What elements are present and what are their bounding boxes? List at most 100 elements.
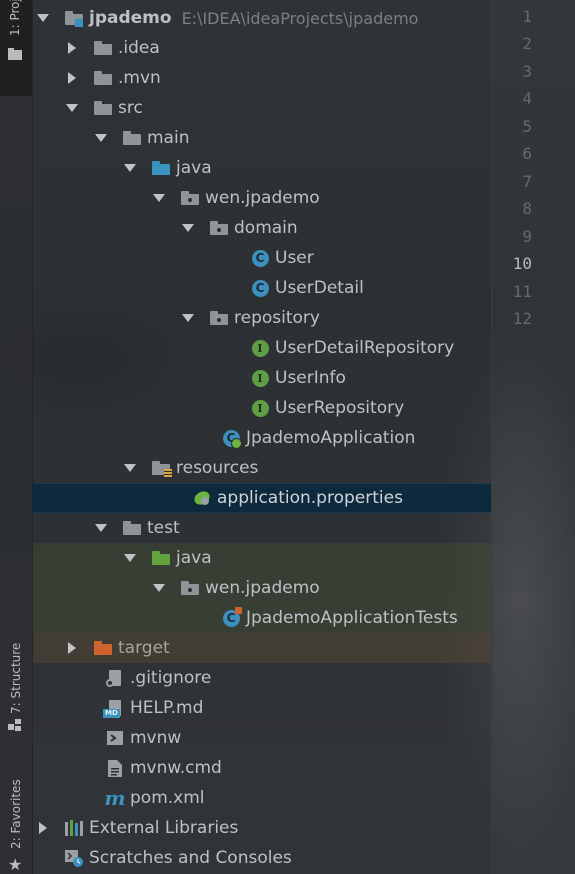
project-tool-tab[interactable]: 1: Project bbox=[0, 0, 32, 96]
spring-boot-class-icon: C bbox=[222, 429, 242, 449]
line-number: 8 bbox=[522, 199, 532, 218]
star-icon: ★ bbox=[8, 855, 23, 874]
tree-item-jpademoapplication[interactable]: C JpademoApplication bbox=[33, 423, 491, 453]
structure-icon bbox=[8, 718, 22, 735]
tree-item-label: .gitignore bbox=[130, 668, 212, 688]
tree-item-jpademoapplicationtests[interactable]: C JpademoApplicationTests bbox=[33, 603, 491, 633]
tree-item-userdetailrepository[interactable]: I UserDetailRepository bbox=[33, 333, 491, 363]
expand-arrow-icon[interactable] bbox=[124, 462, 136, 474]
tree-item-label: UserDetail bbox=[275, 278, 364, 298]
tree-item-gitignore[interactable]: .gitignore bbox=[33, 663, 491, 693]
tree-item-mvnw-cmd[interactable]: mvnw.cmd bbox=[33, 753, 491, 783]
tree-item-package[interactable]: wen.jpademo bbox=[33, 183, 491, 213]
tree-item-domain[interactable]: domain bbox=[33, 213, 491, 243]
tree-item-main[interactable]: main bbox=[33, 123, 491, 153]
expand-arrow-icon[interactable] bbox=[124, 552, 136, 564]
project-tab-label: 1: Project bbox=[8, 0, 22, 36]
tree-item-pom-xml[interactable]: m pom.xml bbox=[33, 783, 491, 813]
tree-item-label: java bbox=[176, 548, 212, 568]
tree-item-mvnw[interactable]: mvnw bbox=[33, 723, 491, 753]
tree-item-target[interactable]: target bbox=[33, 633, 491, 663]
project-path: E:\IDEA\ideaProjects\jpademo bbox=[181, 8, 419, 28]
tree-item-userdetail[interactable]: C UserDetail bbox=[33, 273, 491, 303]
tree-item-label: wen.jpademo bbox=[205, 578, 320, 598]
interface-icon: I bbox=[251, 339, 269, 357]
expand-arrow-icon[interactable] bbox=[95, 132, 107, 144]
expand-arrow-icon[interactable] bbox=[66, 102, 78, 114]
expand-arrow-icon[interactable] bbox=[182, 312, 194, 324]
collapse-arrow-icon[interactable] bbox=[66, 642, 78, 654]
collapse-arrow-icon[interactable] bbox=[37, 822, 49, 834]
line-number: 7 bbox=[522, 172, 532, 191]
expand-arrow-icon[interactable] bbox=[182, 222, 194, 234]
tree-item-src[interactable]: src bbox=[33, 93, 491, 123]
tree-item-label: JpademoApplicationTests bbox=[246, 608, 458, 628]
interface-icon: I bbox=[251, 399, 269, 417]
folder-icon bbox=[123, 519, 141, 537]
current-line-number: 10 bbox=[512, 254, 532, 273]
collapse-arrow-icon[interactable] bbox=[66, 72, 78, 84]
tree-item-help-md[interactable]: MD HELP.md bbox=[33, 693, 491, 723]
markdown-file-icon: MD bbox=[103, 699, 124, 718]
source-folder-icon bbox=[152, 159, 170, 177]
gitignore-file-icon bbox=[106, 669, 124, 687]
expand-arrow-icon[interactable] bbox=[124, 162, 136, 174]
tree-item-user[interactable]: C User bbox=[33, 243, 491, 273]
editor-gutter: 1 2 3 4 5 6 7 8 9 10 11 12 bbox=[491, 0, 575, 874]
expand-arrow-icon[interactable] bbox=[153, 192, 165, 204]
package-icon bbox=[210, 309, 228, 327]
tree-item-label: target bbox=[118, 638, 170, 658]
tree-item-test-package[interactable]: wen.jpademo bbox=[33, 573, 491, 603]
tree-item-jpademo[interactable]: jpademo E:\IDEA\ideaProjects\jpademo bbox=[33, 3, 491, 33]
tree-item-label: UserInfo bbox=[275, 368, 346, 388]
tree-item-idea[interactable]: .idea bbox=[33, 33, 491, 63]
tree-item-external-libraries[interactable]: External Libraries bbox=[33, 813, 491, 843]
project-name: jpademo bbox=[89, 8, 172, 28]
test-class-icon: C bbox=[222, 607, 242, 627]
line-number: 12 bbox=[512, 309, 532, 328]
expand-arrow-icon[interactable] bbox=[37, 12, 49, 24]
line-number: 11 bbox=[512, 282, 532, 301]
tree-item-test[interactable]: test bbox=[33, 513, 491, 543]
line-number: 5 bbox=[522, 117, 532, 136]
tree-item-label: JpademoApplication bbox=[246, 428, 416, 448]
package-icon bbox=[210, 219, 228, 237]
tree-item-label: UserRepository bbox=[275, 398, 405, 418]
tree-item-label: java bbox=[176, 158, 212, 178]
tree-item-resources[interactable]: resources bbox=[33, 453, 491, 483]
tree-item-label: wen.jpademo bbox=[205, 188, 320, 208]
tree-item-label: domain bbox=[234, 218, 298, 238]
tree-item-label: mvnw.cmd bbox=[130, 758, 222, 778]
tree-item-userrepository[interactable]: I UserRepository bbox=[33, 393, 491, 423]
tree-item-label: User bbox=[275, 248, 314, 268]
tree-item-label: mvnw bbox=[130, 728, 182, 748]
tree-item-repository[interactable]: repository bbox=[33, 303, 491, 333]
test-source-folder-icon bbox=[152, 549, 170, 567]
project-tree[interactable]: jpademo E:\IDEA\ideaProjects\jpademo .id… bbox=[33, 0, 491, 874]
favorites-tool-tab[interactable]: 2: Favorites ★ bbox=[0, 765, 32, 874]
line-number: 9 bbox=[522, 227, 532, 246]
structure-tool-tab[interactable]: 7: Structure bbox=[0, 622, 32, 740]
tree-item-label: .mvn bbox=[118, 68, 161, 88]
tree-item-test-java[interactable]: java bbox=[33, 543, 491, 573]
scratches-icon bbox=[65, 849, 83, 867]
tree-item-mvn[interactable]: .mvn bbox=[33, 63, 491, 93]
tree-item-scratches[interactable]: Scratches and Consoles bbox=[33, 843, 491, 873]
interface-icon: I bbox=[251, 369, 269, 387]
text-file-icon bbox=[106, 759, 124, 777]
tree-item-java[interactable]: java bbox=[33, 153, 491, 183]
expand-arrow-icon[interactable] bbox=[95, 522, 107, 534]
folder-icon bbox=[8, 48, 22, 63]
tree-item-label: pom.xml bbox=[130, 788, 205, 808]
module-folder-icon bbox=[65, 9, 83, 27]
line-number: 2 bbox=[522, 34, 532, 53]
tree-item-application-properties[interactable]: application.properties bbox=[33, 483, 491, 513]
resources-folder-icon bbox=[152, 459, 172, 478]
folder-icon bbox=[94, 39, 112, 57]
expand-arrow-icon[interactable] bbox=[153, 582, 165, 594]
class-icon: C bbox=[251, 249, 269, 267]
tree-item-userinfo[interactable]: I UserInfo bbox=[33, 363, 491, 393]
tree-item-label: UserDetailRepository bbox=[275, 338, 455, 358]
collapse-arrow-icon[interactable] bbox=[66, 42, 78, 54]
shell-script-icon bbox=[106, 729, 124, 747]
